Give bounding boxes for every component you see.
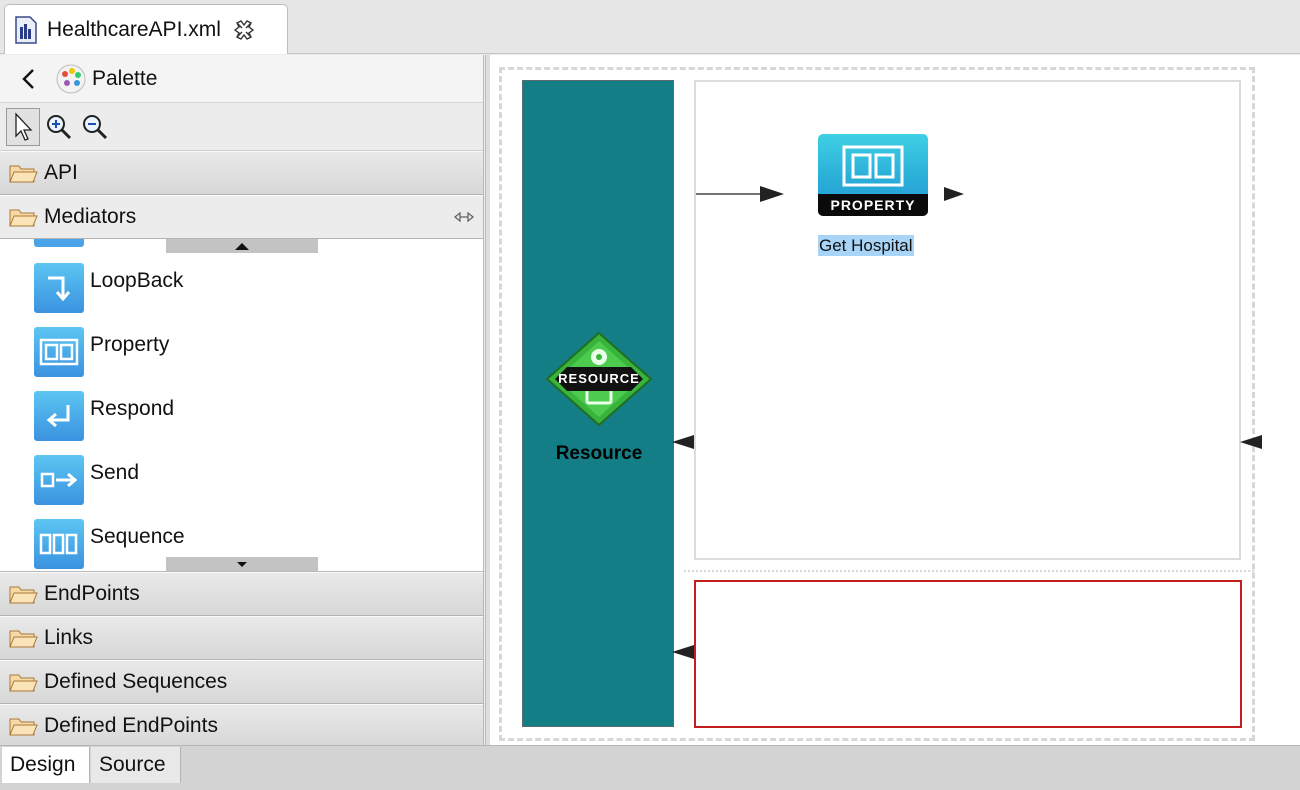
close-icon[interactable] [233,19,255,41]
folder-icon [9,674,38,692]
respond-icon [34,391,84,441]
connector-arrows [672,186,1262,659]
mediator-label: Sequence [90,525,185,548]
editor-mode-tabs: Design Source [0,745,1300,790]
resource-in-return-arrow[interactable] [672,435,694,449]
mediators-list: LoopBack Property Respond Send Sequence [0,239,483,572]
palette-toolbar [0,103,483,151]
mediator-icon-partial [34,239,84,247]
drawer-api[interactable]: API [0,151,483,195]
in-sequence-out-arrow[interactable] [1240,435,1262,449]
drawer-defined-sequences-label: Defined Sequences [44,670,228,693]
mediator-label: Respond [90,397,175,420]
property-icon [34,327,84,377]
drawer-endpoints[interactable]: EndPoints [0,572,483,616]
drawer-api-label: API [44,161,78,184]
sequence-icon [34,519,84,569]
mediator-loopback[interactable]: LoopBack [34,263,183,315]
drawer-defined-endpoints[interactable]: Defined EndPoints [0,704,483,748]
zoom-in-icon [47,114,72,139]
drawer-mediators-label: Mediators [44,205,137,228]
loopback-icon [34,263,84,313]
folder-icon [9,165,38,183]
pin-drawer-icon[interactable] [453,208,475,226]
mediator-send[interactable]: Send [34,455,139,507]
editor-tab-healthcareapi[interactable]: HealthcareAPI.xml [4,4,288,54]
mediator-property[interactable]: Property [34,327,169,379]
palette-icon [56,64,86,93]
mediator-label: Send [90,461,140,484]
select-tool[interactable] [6,107,40,146]
zoom-in-tool[interactable] [42,108,76,146]
mediator-label: Property [90,333,170,356]
drawer-links-label: Links [44,626,94,649]
folder-icon [9,630,38,648]
zoom-out-icon [83,114,108,139]
scroll-down-button[interactable] [166,557,318,571]
zoom-out-tool[interactable] [78,108,112,146]
drawer-defined-sequences[interactable]: Defined Sequences [0,660,483,704]
folder-icon [9,209,38,227]
tab-design[interactable]: Design [2,747,90,783]
triangle-up-icon [235,242,249,250]
drawer-endpoints-label: EndPoints [44,582,140,605]
design-canvas[interactable]: RESOURCE Resource PROPERTY Get Hospital [490,55,1300,745]
collapse-palette-icon[interactable] [18,66,40,92]
mediator-respond[interactable]: Respond [34,391,174,443]
in-flow-arrow [696,186,784,202]
drawer-mediators[interactable]: Mediators [0,195,483,239]
xml-file-icon [15,15,37,44]
palette-panel: Palette API Mediators LoopBack Property … [0,55,484,748]
select-arrow-icon [15,111,33,141]
drawer-defined-endpoints-label: Defined EndPoints [44,714,218,737]
editor-tab-label: HealthcareAPI.xml [47,17,221,41]
palette-header: Palette [0,55,483,103]
drawer-links[interactable]: Links [0,616,483,660]
mediator-label: LoopBack [90,269,184,292]
property-output-arrow[interactable] [944,187,964,201]
scroll-up-button[interactable] [166,239,318,253]
palette-title: Palette [92,66,158,90]
mediator-sequence[interactable]: Sequence [34,519,185,571]
triangle-down-icon [237,561,247,567]
folder-icon [9,718,38,736]
folder-icon [9,586,38,604]
editor-tab-bar: HealthcareAPI.xml [0,0,1300,54]
resource-fault-arrow[interactable] [672,645,694,659]
send-icon [34,455,84,505]
tab-source[interactable]: Source [91,747,181,783]
